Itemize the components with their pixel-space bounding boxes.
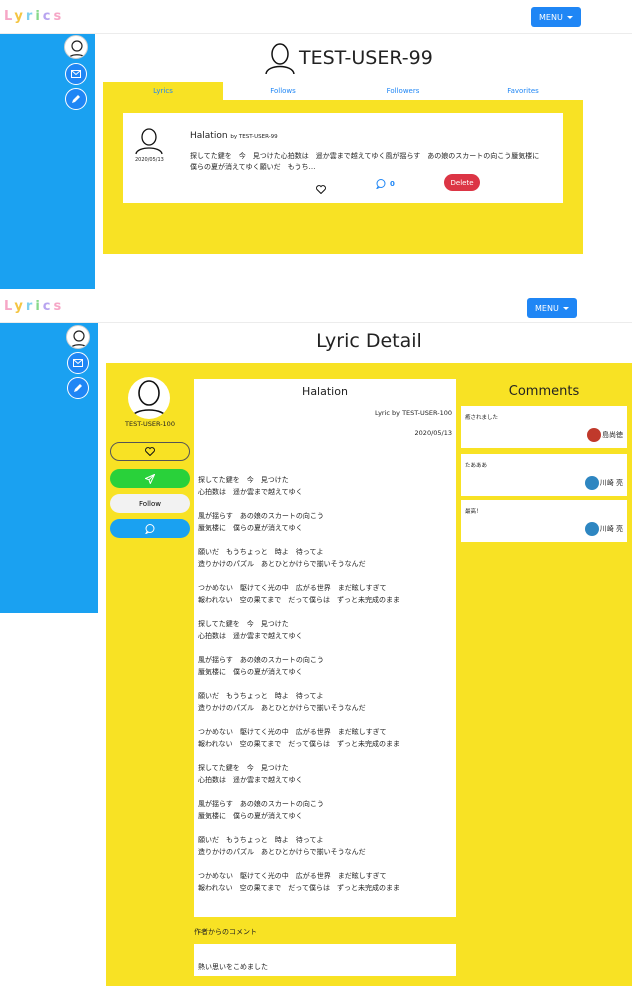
lyric-author[interactable]: Lyric by TEST-USER-100: [375, 409, 452, 417]
profile-header: TEST-USER-99: [265, 42, 433, 74]
comment-user[interactable]: 川崎 亮: [584, 476, 623, 490]
profile-tabs: Lyrics Follows Followers Favorites: [103, 82, 583, 100]
lyric-date: 2020/05/13: [414, 429, 452, 437]
write-button[interactable]: [67, 377, 89, 399]
pencil-icon: [72, 95, 80, 103]
card-excerpt: 探してた鍵を 今 見つけた心拍数は 遥か雲まで越えてゆく風が揺らす あの娘のスカ…: [190, 152, 547, 171]
sidebar-2: [0, 323, 98, 613]
user-avatar-icon: [265, 43, 295, 74]
mail-button[interactable]: [65, 63, 87, 85]
comment-text: 最高！: [465, 509, 482, 515]
mail-icon: [71, 70, 81, 78]
comment-user[interactable]: 島尚徳: [587, 428, 623, 442]
comment-count: 0: [390, 180, 395, 188]
author-note-label: 作者からのコメント: [194, 928, 257, 936]
tab-followers[interactable]: Followers: [343, 82, 463, 100]
author-note-box: 熱い思いをこめました: [194, 944, 456, 976]
comment-count-button[interactable]: 0: [376, 179, 395, 189]
menu-label: MENU: [539, 12, 563, 22]
mail-icon: [73, 359, 83, 367]
user-avatar[interactable]: [64, 35, 88, 59]
commenter-name: 島尚徳: [602, 431, 623, 439]
paper-plane-icon: [145, 473, 155, 484]
caret-down-icon: [562, 306, 569, 310]
sidebar: [0, 34, 95, 289]
card-date: 2020/05/13: [135, 157, 164, 163]
mail-button[interactable]: [67, 352, 89, 374]
pencil-icon: [74, 384, 82, 392]
tab-lyrics[interactable]: Lyrics: [103, 82, 223, 100]
brand-logo-2[interactable]: Lyrics: [4, 299, 64, 314]
lyric-detail-card: Halation Lyric by TEST-USER-100 2020/05/…: [194, 379, 456, 917]
author-note-text: 熱い思いをこめました: [198, 963, 268, 971]
author-name: TEST-USER-100: [125, 420, 175, 428]
commenter-name: 川崎 亮: [599, 525, 623, 533]
comment-item: たあああ 川崎 亮: [461, 454, 627, 496]
author-avatar[interactable]: [128, 377, 170, 419]
comment-text: 癒されました: [465, 415, 499, 421]
tab-favorites[interactable]: Favorites: [463, 82, 583, 100]
favorite-button[interactable]: [316, 179, 326, 198]
comment-button[interactable]: [110, 519, 190, 538]
lyric-body: 探してた鍵を 今 見つけた 心拍数は 遥か雲まで越えてゆく 風が揺らす あの娘の…: [198, 476, 400, 892]
top-navbar-2: Lyrics MENU: [0, 289, 632, 323]
delete-button[interactable]: Delete: [444, 174, 480, 191]
heart-icon: [145, 447, 155, 456]
send-message-button[interactable]: [110, 469, 190, 488]
comment-item: 癒されました 島尚徳: [461, 406, 627, 448]
card-title[interactable]: Halation by TEST-USER-99: [190, 131, 278, 141]
commenter-avatar: [587, 428, 601, 442]
comment-item: 最高！ 川崎 亮: [461, 500, 627, 542]
profile-username: TEST-USER-99: [299, 47, 433, 69]
comment-icon: [145, 523, 155, 534]
menu-label: MENU: [535, 303, 559, 313]
top-navbar: Lyrics MENU: [0, 0, 632, 34]
comment-icon: [376, 179, 386, 189]
lyric-title: Halation: [302, 385, 348, 398]
caret-down-icon: [566, 15, 573, 19]
page-title: Lyric Detail: [316, 330, 422, 352]
heart-icon: [316, 185, 326, 195]
comment-text: たあああ: [465, 463, 488, 469]
commenter-name: 川崎 亮: [599, 479, 623, 487]
comments-title: Comments: [508, 384, 580, 399]
write-button[interactable]: [65, 88, 87, 110]
menu-button-2[interactable]: MENU: [527, 298, 577, 318]
commenter-avatar: [584, 476, 599, 490]
card-avatar: [135, 127, 163, 159]
tab-follows[interactable]: Follows: [223, 82, 343, 100]
menu-button[interactable]: MENU: [531, 7, 581, 27]
comment-user[interactable]: 川崎 亮: [584, 522, 623, 536]
follow-button[interactable]: Follow: [110, 494, 190, 513]
brand-logo[interactable]: Lyrics: [4, 9, 64, 24]
commenter-avatar: [584, 522, 599, 536]
lyric-card[interactable]: 2020/05/13 Halation by TEST-USER-99 探してた…: [123, 113, 563, 203]
favorite-button[interactable]: [110, 442, 190, 461]
